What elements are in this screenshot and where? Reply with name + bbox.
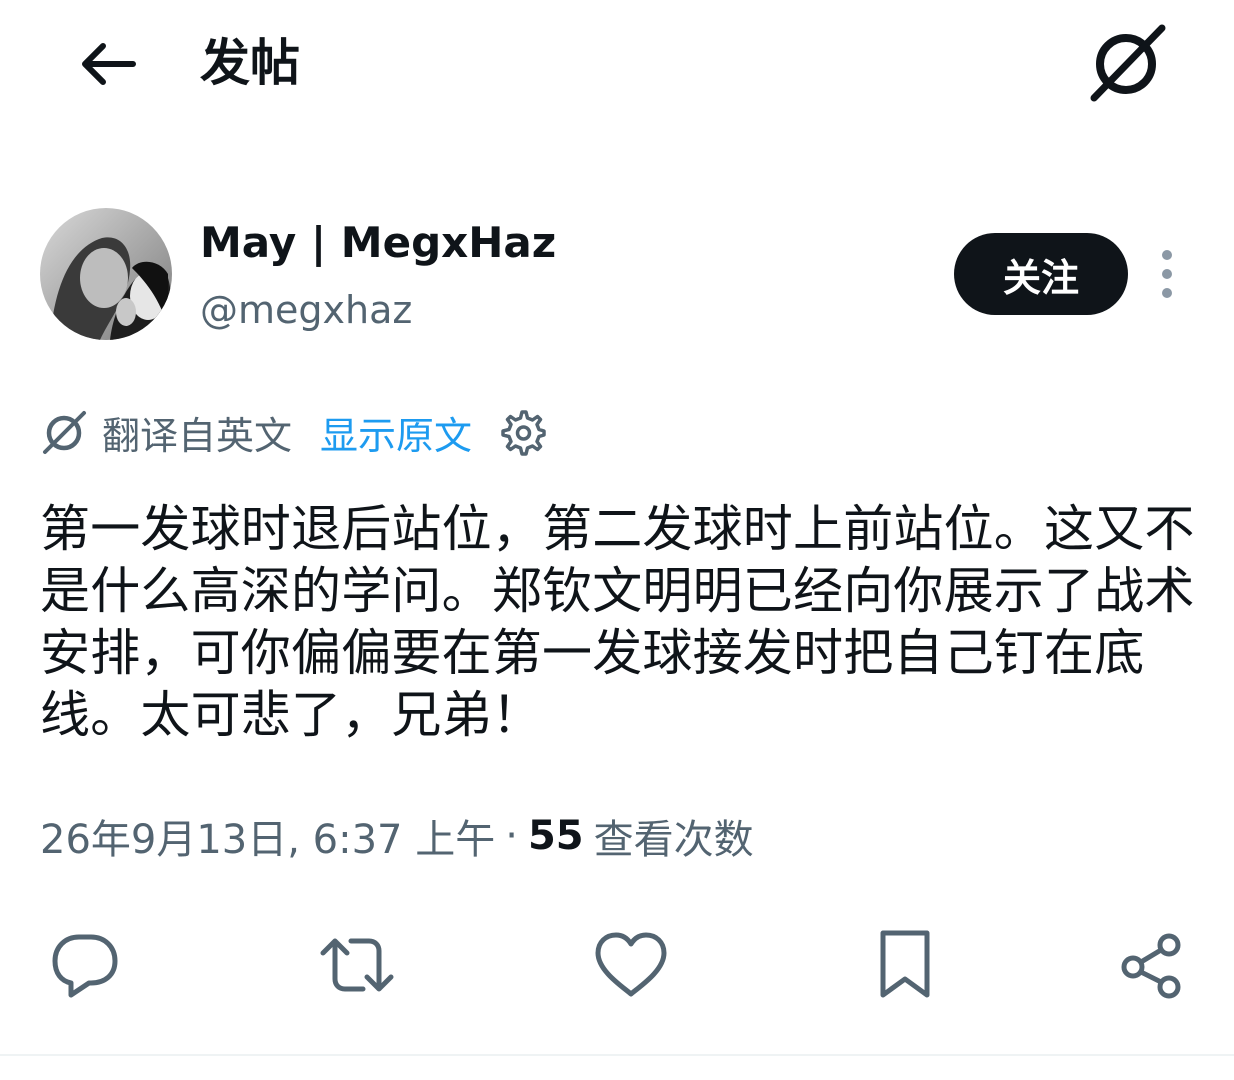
reply-icon <box>52 934 118 998</box>
meta-separator: · <box>505 813 518 859</box>
avatar[interactable] <box>40 208 172 340</box>
view-count-label: 查看次数 <box>593 817 754 863</box>
repost-icon <box>320 938 394 992</box>
grok-icon <box>1090 24 1166 102</box>
post-meta: 26年9月13日, 6:37 上午 · 55 查看次数 <box>40 806 754 866</box>
author-row: May | MegxHaz @megxhaz 关注 <box>40 206 1200 346</box>
more-options-icon[interactable] <box>1152 246 1182 302</box>
bookmark-button[interactable] <box>860 920 950 1010</box>
post-text: 第一发球时退后站位，第二发球时上前站位。这又不是什么高深的学问。郑钦文明明已经向… <box>40 500 1195 744</box>
heart-icon <box>595 932 667 997</box>
grok-button[interactable] <box>1086 24 1170 102</box>
show-original-link[interactable]: 显示原文 <box>320 405 472 460</box>
top-bar: 发帖 <box>0 0 1234 130</box>
share-icon <box>1121 933 1181 999</box>
post-timestamp[interactable]: 26年9月13日, 6:37 上午 <box>40 807 495 865</box>
back-button[interactable] <box>72 32 142 96</box>
arrow-left-icon <box>82 43 136 85</box>
action-bar <box>0 920 1234 1010</box>
translation-row: 翻译自英文 显示原文 <box>40 402 740 462</box>
display-name[interactable]: May | MegxHaz <box>200 216 556 270</box>
divider <box>0 1054 1234 1056</box>
translated-from-label: 翻译自英文 <box>102 413 293 458</box>
grok-translate-icon <box>43 411 86 454</box>
avatar-photo <box>40 208 172 340</box>
like-button[interactable] <box>586 920 676 1010</box>
view-count: 55 <box>527 813 584 859</box>
gear-icon[interactable] <box>498 408 546 456</box>
follow-button[interactable]: 关注 <box>954 233 1128 315</box>
repost-button[interactable] <box>312 920 402 1010</box>
share-button[interactable] <box>1106 920 1196 1010</box>
bookmark-icon <box>880 930 930 998</box>
page-title: 发帖 <box>200 34 300 92</box>
reply-button[interactable] <box>40 920 130 1010</box>
user-handle[interactable]: @megxhaz <box>200 286 412 334</box>
